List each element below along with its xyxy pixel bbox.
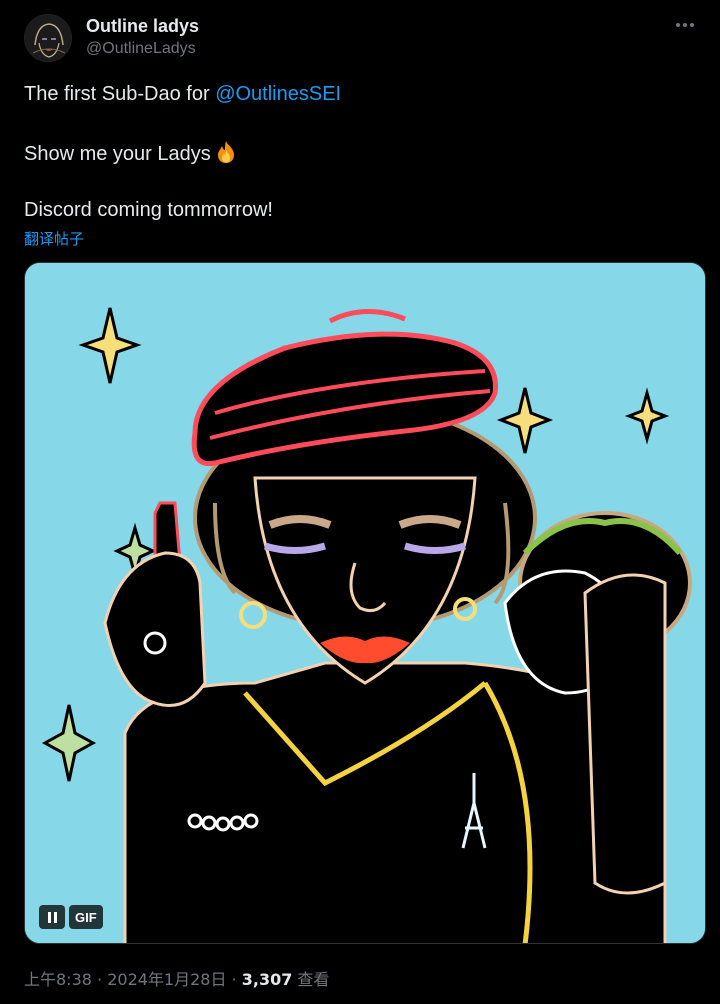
translate-post-link[interactable]: 翻译帖子 [24, 228, 84, 249]
views-label: 查看 [292, 970, 330, 989]
display-name[interactable]: Outline ladys [86, 16, 199, 37]
user-handle[interactable]: @OutlineLadys [86, 40, 196, 58]
tweet-text: The first Sub-Dao for @OutlinesSEI Show … [24, 82, 696, 222]
post-date[interactable]: 2024年1月28日 [107, 970, 226, 989]
media-gif[interactable]: GIF [24, 262, 706, 944]
gif-illustration [25, 263, 705, 943]
tweet-line-2: Show me your Ladys [24, 140, 696, 165]
tweet-line-2-text: Show me your Ladys [24, 143, 211, 165]
avatar[interactable] [24, 14, 72, 62]
post-time[interactable]: 上午8:38 [24, 970, 92, 989]
gif-controls: GIF [39, 905, 103, 929]
tweet-line-3: Discord coming tommorrow! [24, 199, 273, 221]
pause-icon[interactable] [39, 905, 65, 929]
mention-link[interactable]: @OutlinesSEI [215, 83, 341, 105]
gif-badge: GIF [69, 905, 103, 929]
tweet-line-1-text: The first Sub-Dao for [24, 83, 216, 105]
tweet-line-1: The first Sub-Dao for @OutlinesSEI [24, 82, 696, 106]
fire-emoji-icon [215, 140, 237, 164]
tweet: Outline ladys @OutlineLadys The first Su… [0, 0, 720, 1004]
more-horizontal-icon[interactable] [674, 14, 696, 36]
tweet-header: Outline ladys @OutlineLadys [24, 12, 696, 64]
meta-separator: · [226, 970, 242, 989]
tweet-meta: 上午8:38 · 2024年1月28日 · 3,307 查看 [24, 966, 329, 990]
meta-separator: · [91, 970, 108, 989]
views-count: 3,307 [241, 970, 293, 989]
